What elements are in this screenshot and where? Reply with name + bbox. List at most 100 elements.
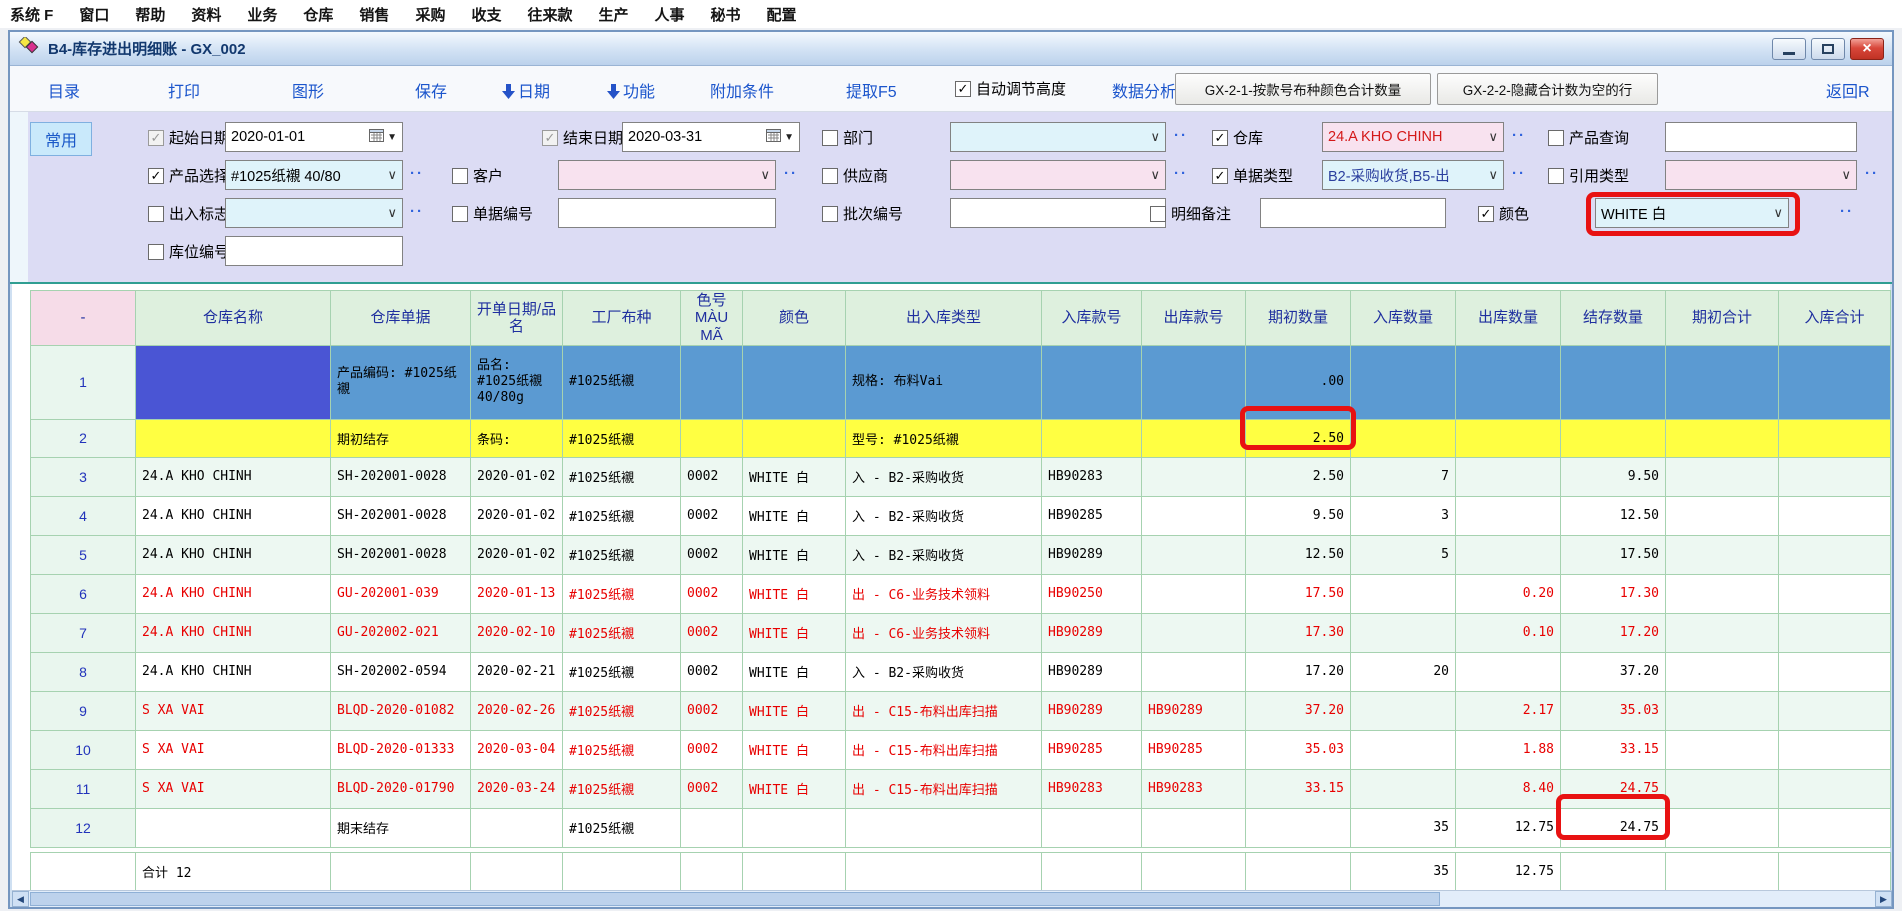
table-row[interactable]: 1产品编码: #1025纸襯品名: #1025纸襯 40/80g#1025纸襯规… bbox=[31, 345, 1891, 419]
cell[interactable] bbox=[681, 808, 743, 847]
combo-arrow-icon[interactable]: ∨ bbox=[387, 205, 397, 221]
doc-no-input[interactable] bbox=[558, 198, 776, 228]
cell[interactable] bbox=[1666, 730, 1779, 769]
inout-flag-combo[interactable]: ∨ bbox=[225, 198, 403, 228]
doc-type-lookup-dots[interactable]: ·· bbox=[1512, 165, 1526, 182]
color-combo[interactable]: WHITE 白 ∨ bbox=[1595, 198, 1789, 228]
column-header[interactable]: 出入库类型 bbox=[846, 291, 1042, 346]
cell[interactable]: 0002 bbox=[681, 769, 743, 808]
cell[interactable] bbox=[1561, 345, 1666, 419]
cell[interactable]: BLQD-2020-01333 bbox=[331, 730, 471, 769]
cell[interactable] bbox=[743, 419, 846, 457]
ref-type-checkbox[interactable] bbox=[1548, 168, 1564, 184]
cell[interactable] bbox=[1456, 496, 1561, 535]
cell[interactable]: 12.75 bbox=[1456, 808, 1561, 847]
cell[interactable]: WHITE 白 bbox=[743, 613, 846, 652]
cell[interactable] bbox=[681, 419, 743, 457]
table-row[interactable]: 10S XA VAIBLQD-2020-013332020-03-04#1025… bbox=[31, 730, 1891, 769]
cell[interactable]: HB90289 bbox=[1042, 691, 1142, 730]
cell[interactable] bbox=[1142, 652, 1246, 691]
cell[interactable]: 2.17 bbox=[1456, 691, 1561, 730]
department-lookup-dots[interactable]: ·· bbox=[1174, 127, 1188, 144]
end-date-input[interactable]: 2020-03-31 ▼ bbox=[622, 122, 800, 152]
cell[interactable]: #1025纸襯 bbox=[563, 652, 681, 691]
table-row[interactable]: 424.A KHO CHINHSH-202001-00282020-01-02#… bbox=[31, 496, 1891, 535]
cell[interactable]: HB90283 bbox=[1042, 457, 1142, 496]
cell[interactable]: 17.20 bbox=[1246, 652, 1351, 691]
function-menu-button[interactable]: 功能 bbox=[607, 78, 655, 102]
cell[interactable] bbox=[1142, 808, 1246, 847]
cell[interactable]: BLQD-2020-01790 bbox=[331, 769, 471, 808]
scroll-right-icon[interactable]: ▶ bbox=[1875, 891, 1892, 907]
table-row[interactable]: 9S XA VAIBLQD-2020-010822020-02-26#1025纸… bbox=[31, 691, 1891, 730]
cell[interactable]: 2020-01-02 bbox=[471, 457, 563, 496]
row-number[interactable]: 10 bbox=[31, 730, 136, 769]
cell[interactable]: WHITE 白 bbox=[743, 652, 846, 691]
warehouse-combo[interactable]: 24.A KHO CHINH ∨ bbox=[1322, 122, 1504, 152]
dropdown-arrow-icon[interactable]: ▼ bbox=[387, 132, 397, 143]
cell[interactable] bbox=[846, 808, 1042, 847]
cell[interactable]: 1.88 bbox=[1456, 730, 1561, 769]
doc-type-checkbox[interactable]: ✓ bbox=[1212, 168, 1228, 184]
cell[interactable] bbox=[1666, 419, 1779, 457]
cell[interactable] bbox=[1351, 769, 1456, 808]
cell[interactable]: 出 - C6-业务技术领料 bbox=[846, 613, 1042, 652]
combo-arrow-icon[interactable]: ∨ bbox=[760, 167, 770, 183]
product-select-combo[interactable]: #1025纸襯 40/80 ∨ bbox=[225, 160, 403, 190]
cell[interactable]: 2020-02-21 bbox=[471, 652, 563, 691]
fetch-f5-button[interactable]: 提取F5 bbox=[846, 78, 897, 102]
cell[interactable]: HB90285 bbox=[1042, 730, 1142, 769]
cell[interactable]: 2020-02-26 bbox=[471, 691, 563, 730]
cell[interactable] bbox=[743, 345, 846, 419]
cell[interactable]: 出 - C15-布料出库扫描 bbox=[846, 730, 1042, 769]
batch-no-checkbox[interactable] bbox=[822, 206, 838, 222]
product-select-checkbox[interactable]: ✓ bbox=[148, 168, 164, 184]
menu-item[interactable]: 配置 bbox=[767, 4, 797, 25]
supplier-checkbox[interactable] bbox=[822, 168, 838, 184]
customer-lookup-dots[interactable]: ·· bbox=[784, 165, 798, 182]
close-button[interactable]: × bbox=[1850, 38, 1884, 60]
column-header[interactable]: 工厂布种 bbox=[563, 291, 681, 346]
menu-item[interactable]: 收支 bbox=[471, 4, 501, 25]
cell[interactable] bbox=[1351, 691, 1456, 730]
column-header[interactable]: 期初数量 bbox=[1246, 291, 1351, 346]
cell[interactable]: 2020-03-24 bbox=[471, 769, 563, 808]
warehouse-lookup-dots[interactable]: ·· bbox=[1512, 127, 1526, 144]
supplier-lookup-dots[interactable]: ·· bbox=[1174, 165, 1188, 182]
cell[interactable]: 8.40 bbox=[1456, 769, 1561, 808]
cell[interactable] bbox=[1351, 613, 1456, 652]
cell[interactable] bbox=[1142, 457, 1246, 496]
column-header[interactable]: 颜色 bbox=[743, 291, 846, 346]
cell[interactable]: 33.15 bbox=[1561, 730, 1666, 769]
table-row[interactable]: 524.A KHO CHINHSH-202001-00282020-01-02#… bbox=[31, 535, 1891, 574]
cell[interactable]: 7 bbox=[1351, 457, 1456, 496]
cell[interactable]: SH-202001-0028 bbox=[331, 457, 471, 496]
cell[interactable]: GU-202001-039 bbox=[331, 574, 471, 613]
cell[interactable]: 2020-01-13 bbox=[471, 574, 563, 613]
cell[interactable]: 0002 bbox=[681, 457, 743, 496]
cell[interactable] bbox=[1351, 730, 1456, 769]
cell[interactable]: 24.A KHO CHINH bbox=[136, 457, 331, 496]
combo-arrow-icon[interactable]: ∨ bbox=[1488, 129, 1498, 145]
cell[interactable] bbox=[1779, 652, 1891, 691]
department-checkbox[interactable] bbox=[822, 130, 838, 146]
row-number[interactable]: 9 bbox=[31, 691, 136, 730]
table-row[interactable]: 12期末结存#1025纸襯3512.7524.75 bbox=[31, 808, 1891, 847]
calendar-icon[interactable] bbox=[766, 128, 781, 146]
cell[interactable]: 35 bbox=[1351, 808, 1456, 847]
table-row[interactable]: 11S XA VAIBLQD-2020-017902020-03-24#1025… bbox=[31, 769, 1891, 808]
cell[interactable] bbox=[681, 345, 743, 419]
cell[interactable]: #1025纸襯 bbox=[563, 457, 681, 496]
warehouse-checkbox[interactable]: ✓ bbox=[1212, 130, 1228, 146]
cell[interactable] bbox=[1142, 345, 1246, 419]
column-header[interactable]: 入库款号 bbox=[1042, 291, 1142, 346]
cell[interactable] bbox=[1456, 652, 1561, 691]
column-header[interactable]: 出库数量 bbox=[1456, 291, 1561, 346]
color-lookup-dots[interactable]: ·· bbox=[1840, 203, 1854, 220]
save-button[interactable]: 保存 bbox=[415, 78, 447, 102]
cell[interactable]: 17.50 bbox=[1246, 574, 1351, 613]
scrollbar-thumb[interactable] bbox=[30, 892, 1440, 906]
cell[interactable] bbox=[1779, 691, 1891, 730]
cell[interactable]: 0.10 bbox=[1456, 613, 1561, 652]
cell[interactable] bbox=[1779, 574, 1891, 613]
